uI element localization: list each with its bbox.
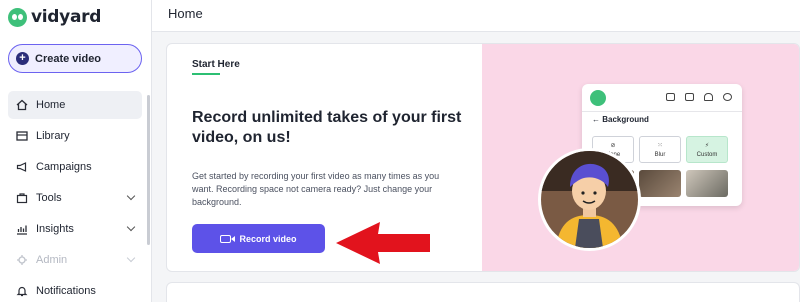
- option-label: Custom: [696, 151, 718, 158]
- red-arrow-annotation: [336, 222, 430, 264]
- option-custom: ⚡ Custom: [686, 136, 728, 163]
- next-card-edge: [166, 282, 800, 302]
- brand-name: vidyard: [31, 7, 102, 27]
- bell-icon: [16, 286, 28, 297]
- blur-icon: ⁙: [657, 142, 663, 149]
- sidebar-item-label: Tools: [36, 192, 62, 204]
- none-icon: ⊘: [610, 142, 616, 149]
- vidyard-logo-icon: [590, 90, 606, 106]
- chart-icon: [17, 225, 27, 235]
- tools-icon: [16, 193, 28, 204]
- sidebar-item-label: Notifications: [36, 285, 96, 297]
- sidebar-scrollbar[interactable]: [147, 95, 150, 245]
- megaphone-icon: [16, 162, 27, 172]
- background-title: Background: [602, 115, 649, 124]
- gear-icon: [723, 93, 732, 101]
- sidebar-item-library[interactable]: Library: [8, 122, 142, 150]
- sidebar-item-campaigns[interactable]: Campaigns: [8, 153, 142, 181]
- sidebar-item-home[interactable]: Home: [8, 91, 142, 119]
- sidebar-item-admin[interactable]: Admin: [8, 246, 142, 274]
- option-label: Blur: [654, 151, 666, 158]
- page-header: Home: [152, 0, 800, 32]
- sidebar-item-tools[interactable]: Tools: [8, 184, 142, 212]
- app-root: vidyard + Create video Home Library Camp…: [0, 0, 800, 302]
- presenter-illustration: [538, 148, 641, 251]
- start-here-label: Start Here: [192, 59, 240, 70]
- library-icon: [16, 131, 28, 141]
- card-description: Get started by recording your first vide…: [192, 171, 440, 207]
- sidebar-item-label: Library: [36, 130, 70, 142]
- sidebar-item-label: Admin: [36, 254, 68, 266]
- sidebar: vidyard + Create video Home Library Camp…: [0, 0, 152, 302]
- divider: [582, 111, 742, 112]
- sidebar-item-label: Home: [36, 99, 66, 111]
- create-video-button[interactable]: + Create video: [8, 44, 142, 73]
- preview-toolbar: [666, 93, 732, 101]
- chevron-down-icon: [126, 191, 136, 201]
- background-thumbnail: [686, 170, 728, 197]
- bell-icon: [704, 93, 713, 101]
- presenter-avatar-icon: [541, 151, 638, 248]
- camera-icon: [666, 93, 675, 101]
- card-content: Start Here Record unlimited takes of you…: [167, 44, 482, 271]
- chevron-down-icon: [126, 222, 136, 232]
- start-here-card: Start Here Record unlimited takes of you…: [166, 43, 800, 272]
- sidebar-item-insights[interactable]: Insights: [8, 215, 142, 243]
- record-video-label: Record video: [239, 233, 297, 244]
- lightning-icon: ⚡: [704, 142, 710, 149]
- page-title: Home: [168, 6, 203, 21]
- screen-icon: [685, 93, 694, 101]
- background-thumbnail: [639, 170, 681, 197]
- chevron-down-icon: [126, 253, 136, 263]
- home-icon: [16, 99, 28, 111]
- create-video-label: Create video: [35, 52, 102, 65]
- option-blur: ⁙ Blur: [639, 136, 681, 163]
- start-here-underline: [192, 73, 220, 75]
- vidyard-logo[interactable]: vidyard: [8, 7, 101, 27]
- sidebar-nav: Home Library Campaigns Tools Insights Ad…: [8, 91, 142, 302]
- sidebar-item-notifications[interactable]: Notifications: [8, 277, 142, 302]
- sidebar-item-label: Insights: [36, 223, 74, 235]
- vidyard-logo-icon: [8, 7, 27, 27]
- sidebar-item-label: Campaigns: [36, 161, 92, 173]
- admin-icon: [17, 255, 27, 265]
- record-video-button[interactable]: Record video: [192, 224, 325, 253]
- video-camera-icon: [220, 234, 236, 243]
- plus-icon: +: [16, 52, 29, 65]
- illustration-panel: ← Background ⊘None ⁙Blur ⚡Custom: [482, 44, 799, 271]
- card-headline: Record unlimited takes of your first vid…: [192, 109, 462, 146]
- background-heading: ← Background: [592, 115, 649, 124]
